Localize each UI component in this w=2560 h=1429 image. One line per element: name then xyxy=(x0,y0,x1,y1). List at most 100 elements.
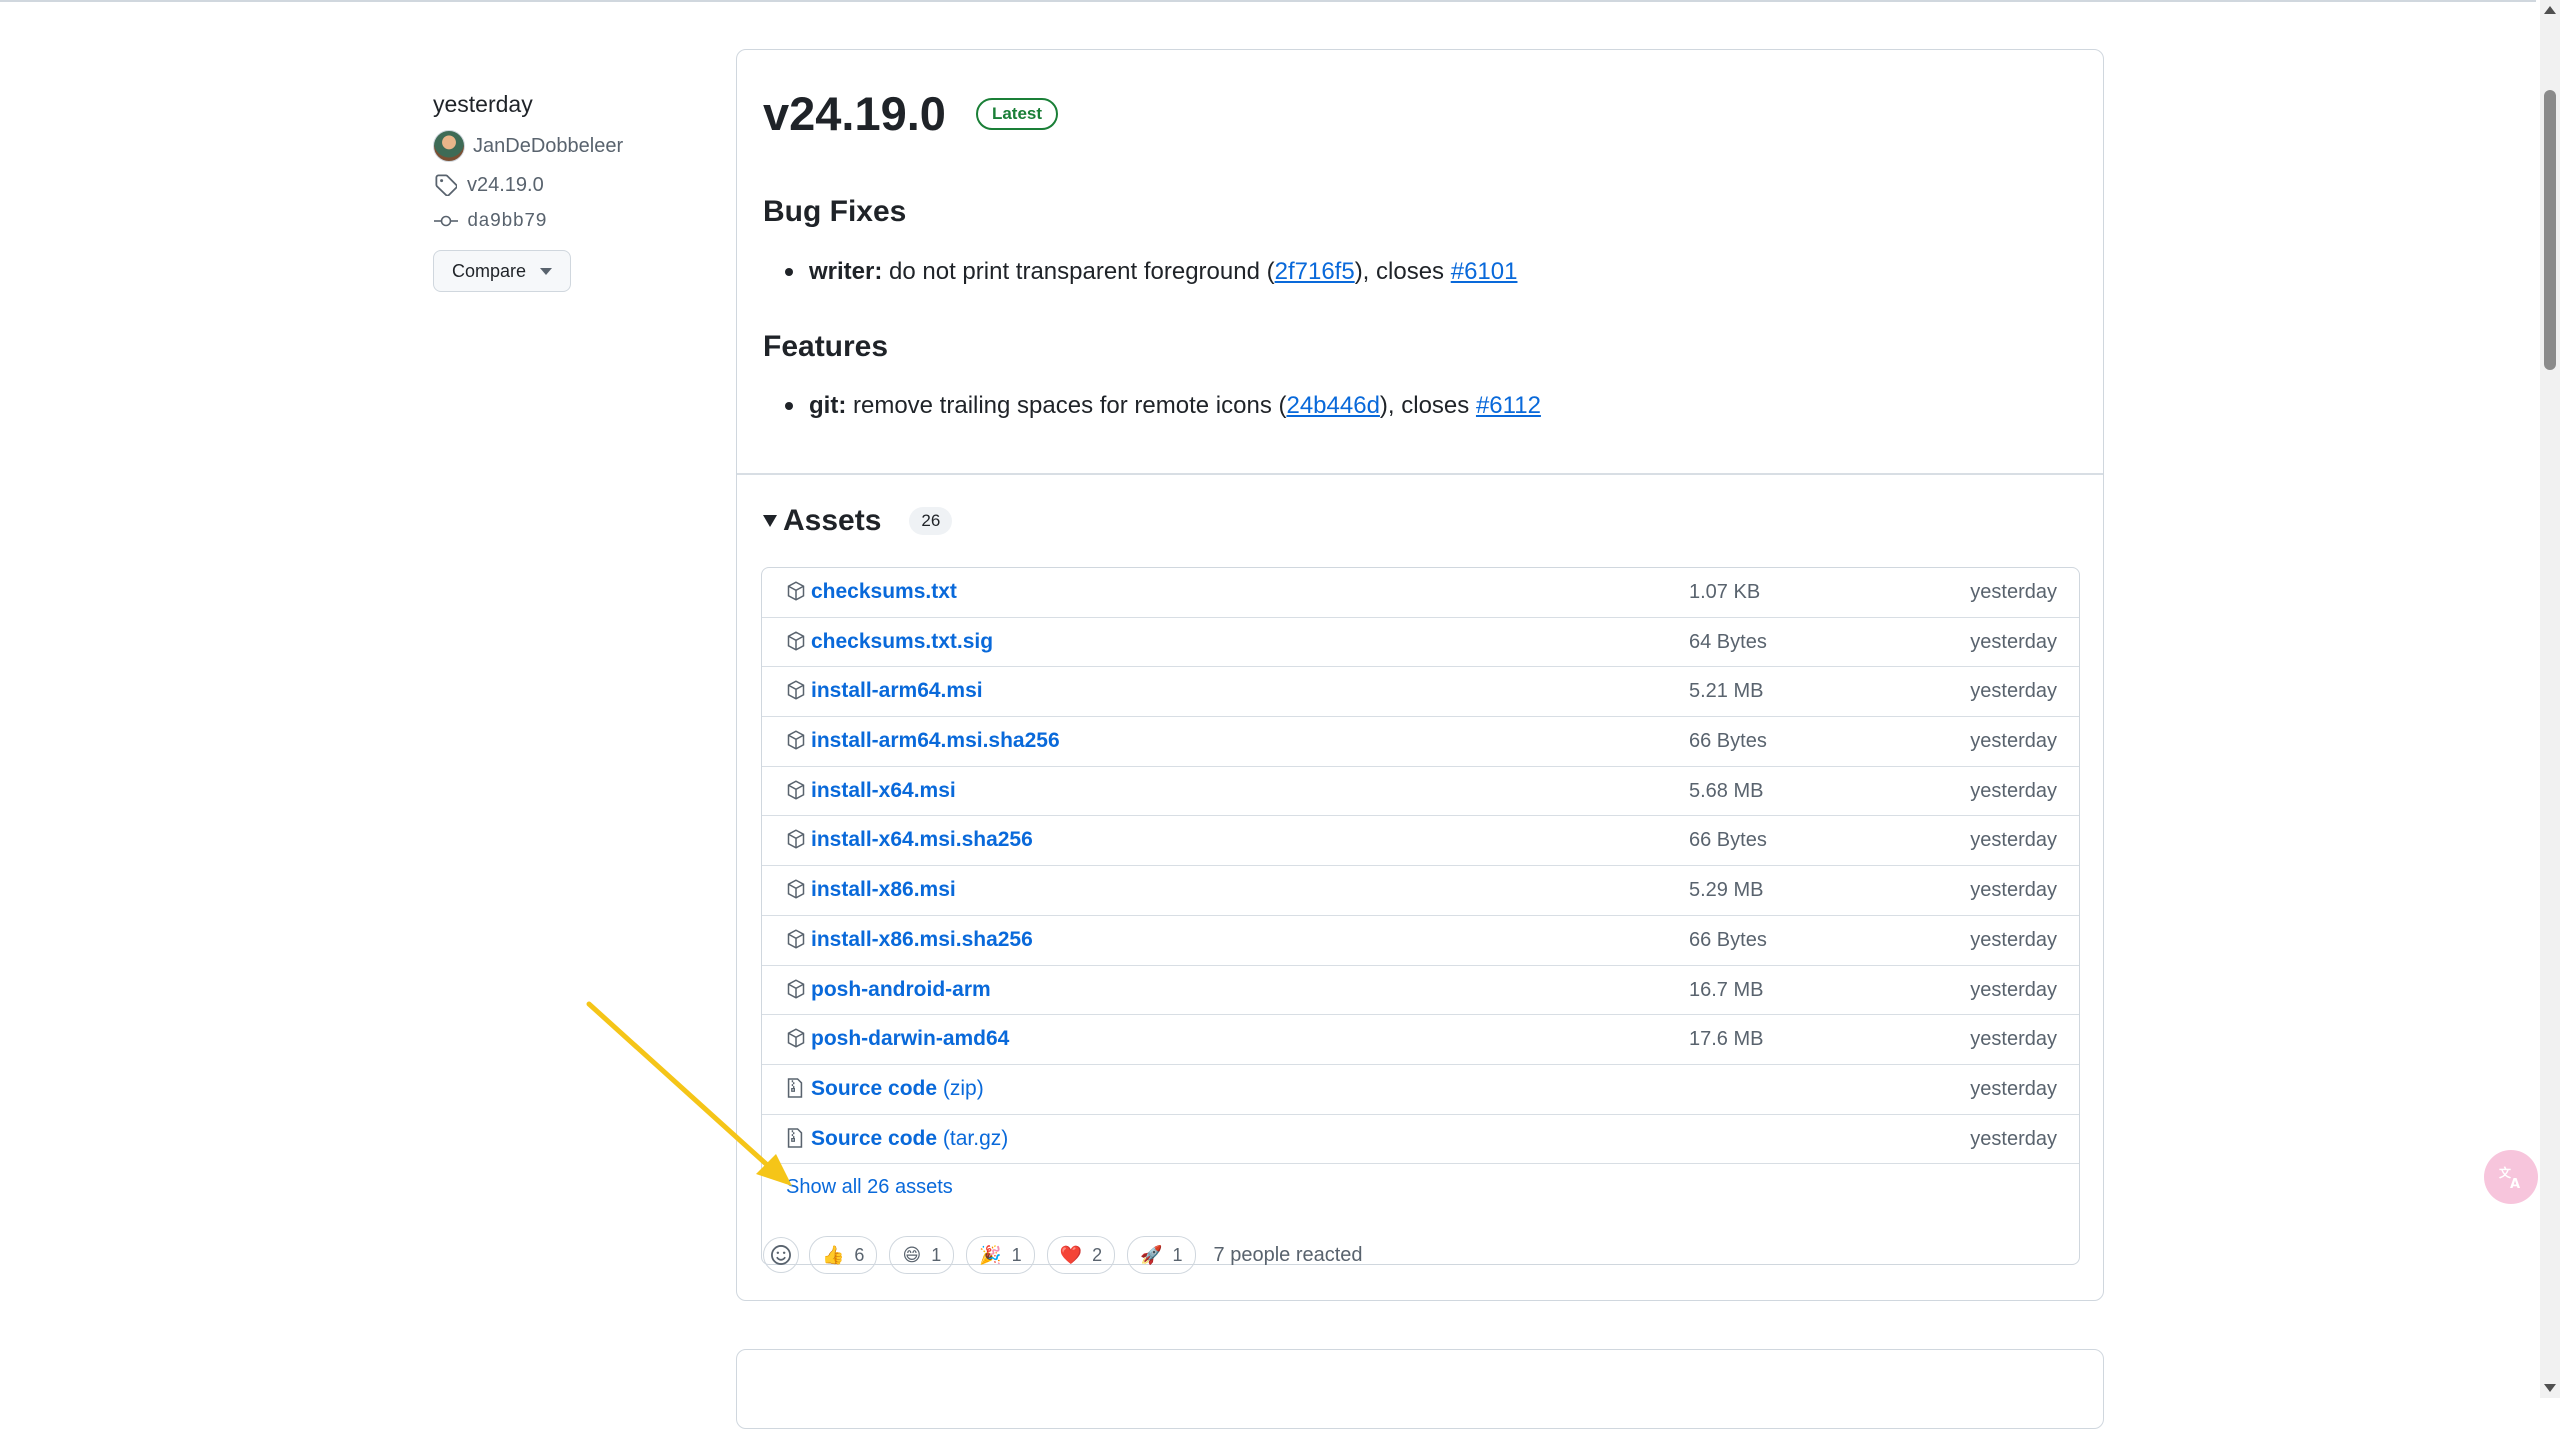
bug-fix-item: writer: do not print transparent foregro… xyxy=(785,258,1517,286)
asset-download-link[interactable]: install-arm64.msi xyxy=(811,679,983,703)
bullet-dot xyxy=(785,268,793,276)
feature-closes-text: ), closes xyxy=(1379,392,1470,419)
asset-date: yesterday xyxy=(1970,630,2057,653)
asset-row: posh-android-arm 16.7 MB yesterday xyxy=(762,966,2079,1016)
asset-row: install-x64.msi.sha256 66 Bytes yesterday xyxy=(762,816,2079,867)
bug-fixes-heading: Bug Fixes xyxy=(763,195,907,228)
asset-row: checksums.txt.sig 64 Bytes yesterday xyxy=(762,618,2079,668)
source-code-label: Source code xyxy=(811,1126,938,1150)
asset-size: 64 Bytes xyxy=(1689,630,1767,653)
asset-row: checksums.txt 1.07 KB yesterday xyxy=(762,568,2079,618)
source-code-link[interactable]: Source code (tar.gz) xyxy=(811,1127,1008,1151)
asset-size: 1.07 KB xyxy=(1689,581,1761,603)
git-commit-icon xyxy=(433,208,459,234)
author-row[interactable]: JanDeDobbeleer xyxy=(433,130,673,162)
asset-row: install-x86.msi 5.29 MB yesterday xyxy=(762,866,2079,916)
package-icon xyxy=(786,779,808,803)
asset-download-link[interactable]: install-arm64.msi.sha256 xyxy=(811,729,1060,753)
bug-fix-text: do not print transparent foreground ( xyxy=(889,258,1275,285)
package-icon xyxy=(786,729,808,753)
asset-row: install-x64.msi 5.68 MB yesterday xyxy=(762,767,2079,817)
latest-badge: Latest xyxy=(975,98,1059,130)
bullet-dot xyxy=(785,402,793,410)
asset-download-link[interactable]: posh-darwin-amd64 xyxy=(811,1027,1009,1051)
chevron-down-icon xyxy=(540,267,553,275)
source-code-format: (tar.gz) xyxy=(942,1126,1009,1150)
asset-size: 5.68 MB xyxy=(1689,779,1764,802)
asset-download-link[interactable]: install-x64.msi xyxy=(811,779,956,803)
avatar[interactable] xyxy=(433,130,465,162)
bug-fix-closes-text: ), closes xyxy=(1354,258,1445,285)
reaction-pill[interactable]: 😄 1 xyxy=(889,1236,955,1274)
reaction-count: 1 xyxy=(1172,1244,1183,1265)
asset-download-link[interactable]: install-x86.msi.sha256 xyxy=(811,928,1033,952)
bug-fix-commit-link[interactable]: 2f716f5 xyxy=(1275,258,1355,286)
asset-download-link[interactable]: checksums.txt xyxy=(811,580,957,604)
smiley-icon xyxy=(771,1245,791,1265)
bug-fix-scope: writer: xyxy=(809,258,883,285)
scroll-down-arrow[interactable] xyxy=(2544,1384,2556,1392)
release-date: yesterday xyxy=(433,91,533,117)
asset-download-link[interactable]: install-x86.msi xyxy=(811,878,956,902)
asset-row: install-x86.msi.sha256 66 Bytes yesterday xyxy=(762,916,2079,966)
tag-name[interactable]: v24.19.0 xyxy=(467,174,544,197)
page-scrollbar[interactable] xyxy=(2540,0,2560,1398)
source-code-row: Source code (tar.gz) yesterday xyxy=(762,1115,2079,1165)
asset-size: 66 Bytes xyxy=(1689,829,1767,852)
asset-date: yesterday xyxy=(1970,928,2057,951)
package-icon xyxy=(786,580,808,604)
scroll-thumb[interactable] xyxy=(2544,90,2556,370)
reaction-pill[interactable]: 🎉 1 xyxy=(966,1236,1035,1274)
reaction-count: 1 xyxy=(931,1244,942,1265)
feature-commit-link[interactable]: 24b446d xyxy=(1286,392,1379,420)
asset-download-link[interactable]: posh-android-arm xyxy=(811,978,991,1002)
asset-row: posh-darwin-amd64 17.6 MB yesterday xyxy=(762,1015,2079,1065)
release-title[interactable]: v24.19.0 xyxy=(763,86,946,142)
translate-icon[interactable]: 文A xyxy=(2484,1150,2538,1204)
assets-count-badge: 26 xyxy=(909,507,953,535)
package-icon xyxy=(786,978,808,1002)
scroll-up-arrow[interactable] xyxy=(2544,6,2556,14)
asset-date: yesterday xyxy=(1970,1127,2057,1150)
compare-button[interactable]: Compare xyxy=(433,250,572,292)
asset-row: install-arm64.msi 5.21 MB yesterday xyxy=(762,667,2079,718)
asset-date: yesterday xyxy=(1970,879,2057,902)
source-code-format: (zip) xyxy=(942,1076,984,1100)
asset-date: yesterday xyxy=(1970,1028,2057,1051)
package-icon xyxy=(786,630,808,654)
reaction-pill[interactable]: 👍 6 xyxy=(809,1236,878,1274)
tag-row[interactable]: v24.19.0 xyxy=(433,172,673,198)
reaction-pill[interactable]: ❤️ 2 xyxy=(1046,1236,1116,1274)
assets-toggle[interactable]: Assets 26 xyxy=(763,504,953,538)
source-code-row: Source code (zip) yesterday xyxy=(762,1065,2079,1115)
asset-download-link[interactable]: install-x64.msi.sha256 xyxy=(811,828,1033,852)
asset-size: 16.7 MB xyxy=(1689,978,1764,1001)
bug-fix-issue-link[interactable]: #6101 xyxy=(1451,258,1518,286)
assets-heading[interactable]: Assets xyxy=(783,504,881,538)
asset-date: yesterday xyxy=(1970,680,2057,703)
feature-item: git: remove trailing spaces for remote i… xyxy=(785,392,1541,420)
features-heading: Features xyxy=(763,330,889,363)
asset-date: yesterday xyxy=(1970,829,2057,852)
commit-sha[interactable]: da9bb79 xyxy=(467,210,547,232)
reaction-pill[interactable]: 🚀 1 xyxy=(1127,1236,1196,1274)
asset-download-link[interactable]: checksums.txt.sig xyxy=(811,630,993,654)
reaction-count: 6 xyxy=(854,1244,865,1265)
feature-scope: git: xyxy=(809,392,847,419)
author-name[interactable]: JanDeDobbeleer xyxy=(473,135,623,158)
package-icon xyxy=(786,679,808,703)
asset-date: yesterday xyxy=(1970,730,2057,753)
svg-text:A: A xyxy=(2510,1177,2520,1191)
top-divider xyxy=(0,0,2536,2)
next-release-card xyxy=(736,1349,2104,1429)
feature-issue-link[interactable]: #6112 xyxy=(1476,392,1541,420)
reaction-emoji-icon: 🚀 xyxy=(1140,1244,1163,1265)
source-code-link[interactable]: Source code (zip) xyxy=(811,1077,984,1101)
triangle-down-icon xyxy=(763,515,777,527)
add-reaction-button[interactable] xyxy=(763,1237,799,1273)
source-code-label: Source code xyxy=(811,1076,938,1100)
commit-row[interactable]: da9bb79 xyxy=(433,208,673,234)
compare-label: Compare xyxy=(452,260,527,281)
reaction-emoji-icon: 👍 xyxy=(822,1244,845,1265)
asset-size: 66 Bytes xyxy=(1689,730,1767,753)
